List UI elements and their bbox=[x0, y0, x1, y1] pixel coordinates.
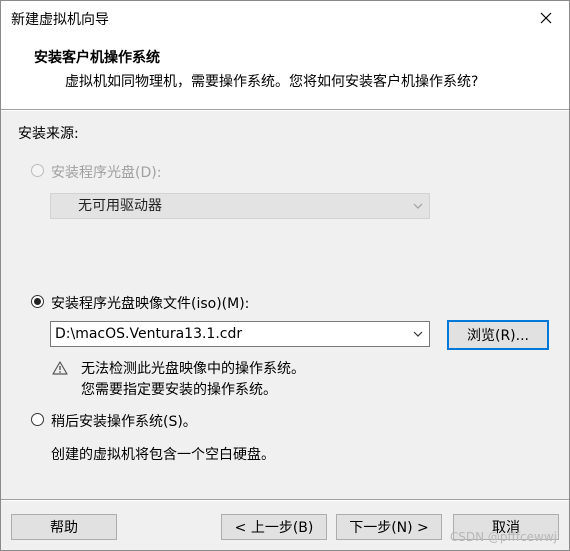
disc-option-text: 安装程序光盘(D): bbox=[51, 165, 162, 181]
page-description: 虚拟机如同物理机，需要操作系统。您将如何安装客户机操作系统? bbox=[65, 74, 479, 90]
warning-line-2: 您需要指定要安装的操作系统。 bbox=[81, 382, 277, 398]
wizard-header: 安装客户机操作系统 虚拟机如同物理机，需要操作系统。您将如何安装客户机操作系统? bbox=[1, 35, 569, 109]
radio-selected-dot bbox=[34, 298, 41, 305]
browse-button[interactable]: 浏览(R)... bbox=[447, 320, 549, 350]
wizard-footer: 帮助 < 上一步(B) 下一步(N) > 取消 CSDN @pfffcewwj bbox=[1, 501, 569, 550]
iso-path-field[interactable]: D:\macOS.Ventura13.1.cdr bbox=[50, 321, 430, 347]
next-button[interactable]: 下一步(N) > bbox=[336, 514, 442, 540]
wizard-content: 安装来源: 安装程序光盘(D): 无可用驱动器 安装程序光盘映像文件(iso)(… bbox=[1, 111, 569, 500]
drive-select-value: 无可用驱动器 bbox=[78, 198, 162, 214]
close-button[interactable] bbox=[523, 1, 569, 35]
title-bar: 新建虚拟机向导 bbox=[1, 1, 569, 35]
page-title: 安装客户机操作系统 bbox=[34, 50, 160, 66]
close-icon bbox=[540, 12, 552, 24]
disc-option-label: 安装程序光盘(D): bbox=[51, 162, 161, 182]
warning-icon bbox=[52, 361, 68, 375]
chevron-down-icon bbox=[413, 203, 423, 209]
wizard-window: 新建虚拟机向导 安装客户机操作系统 虚拟机如同物理机，需要操作系统。您将如何安装… bbox=[0, 0, 570, 551]
window-title: 新建虚拟机向导 bbox=[11, 12, 109, 28]
later-option-label: 稍后安装操作系统(S)。 bbox=[51, 414, 197, 430]
chevron-down-icon[interactable] bbox=[413, 331, 423, 337]
later-radio[interactable] bbox=[31, 413, 44, 426]
source-label: 安装来源: bbox=[18, 126, 79, 142]
later-description: 创建的虚拟机将包含一个空白硬盘。 bbox=[51, 447, 275, 463]
watermark: CSDN @pfffcewwj bbox=[449, 530, 557, 544]
iso-radio[interactable] bbox=[31, 295, 44, 308]
help-button[interactable]: 帮助 bbox=[11, 514, 117, 540]
disc-radio[interactable] bbox=[31, 164, 44, 177]
drive-select[interactable]: 无可用驱动器 bbox=[50, 193, 430, 219]
back-button[interactable]: < 上一步(B) bbox=[221, 514, 327, 540]
warning-line-1: 无法检测此光盘映像中的操作系统。 bbox=[81, 361, 305, 377]
iso-path-value: D:\macOS.Ventura13.1.cdr bbox=[55, 326, 243, 342]
iso-option-label: 安装程序光盘映像文件(iso)(M): bbox=[51, 296, 250, 312]
